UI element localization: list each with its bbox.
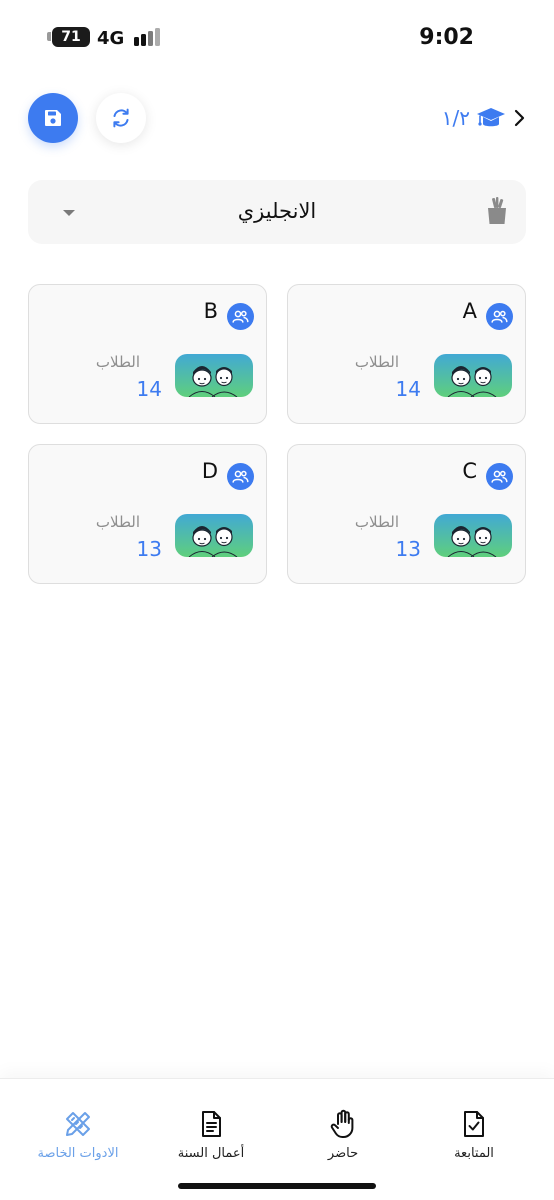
group-icon <box>227 303 254 330</box>
signal-icon <box>134 28 162 46</box>
status-bar: 71 4G 9:02 <box>0 0 554 76</box>
class-name: A <box>462 299 477 323</box>
refresh-button[interactable] <box>96 93 146 143</box>
document-check-icon <box>464 1111 484 1137</box>
group-icon <box>227 463 254 490</box>
battery-level: 71 <box>61 29 81 45</box>
chevron-down-icon[interactable] <box>62 209 76 217</box>
tab-special-tools[interactable]: الادوات الخاصة <box>18 1105 138 1169</box>
class-name: B <box>203 299 218 323</box>
home-indicator <box>178 1183 376 1189</box>
students-label: الطلاب <box>95 513 140 531</box>
class-card-b[interactable]: B الطلاب 14 <box>28 284 267 424</box>
students-illustration <box>434 514 512 557</box>
students-count: 13 <box>136 537 162 561</box>
battery-tip <box>47 32 51 41</box>
bottom-tab-bar: المتابعة حاضر أعمال السنة الادوات الخاصة <box>0 1078 554 1200</box>
tab-year-work[interactable]: أعمال السنة <box>151 1105 271 1169</box>
subject-dropdown[interactable]: الانجليزي <box>28 180 526 244</box>
raised-hand-icon <box>330 1109 354 1138</box>
class-card-d[interactable]: D الطلاب 13 <box>28 444 267 584</box>
group-icon <box>486 303 513 330</box>
sync-icon <box>113 108 129 128</box>
pencil-cup-icon <box>488 197 506 224</box>
class-card-a[interactable]: A الطلاب 14 <box>287 284 526 424</box>
ruler-pencil-icon <box>66 1112 90 1136</box>
network-type: 4G <box>97 28 125 49</box>
students-illustration <box>175 354 253 397</box>
tab-label: المتابعة <box>454 1146 494 1161</box>
status-time: 9:02 <box>419 25 474 50</box>
tab-label: أعمال السنة <box>177 1146 245 1161</box>
class-name: D <box>201 459 218 483</box>
floppy-disk-icon <box>45 110 61 126</box>
class-selector[interactable]: ١/٢ <box>442 98 526 138</box>
students-label: الطلاب <box>354 353 399 371</box>
class-label: ١/٢ <box>441 106 470 130</box>
tab-follow-up[interactable]: المتابعة <box>414 1105 534 1169</box>
document-lines-icon <box>202 1111 221 1137</box>
class-name: C <box>462 459 477 483</box>
students-illustration <box>434 354 512 397</box>
subject-selected-value: الانجليزي <box>237 199 317 223</box>
tab-present[interactable]: حاضر <box>283 1105 403 1169</box>
save-button[interactable] <box>28 93 78 143</box>
students-count: 14 <box>136 377 162 401</box>
students-illustration <box>175 514 253 557</box>
tab-label: حاضر <box>327 1146 359 1161</box>
students-count: 14 <box>395 377 421 401</box>
students-label: الطلاب <box>95 353 140 371</box>
students-count: 13 <box>395 537 421 561</box>
graduation-cap-icon <box>477 108 505 127</box>
battery-indicator: 71 <box>52 27 90 47</box>
students-label: الطلاب <box>354 513 399 531</box>
group-icon <box>486 463 513 490</box>
tab-label: الادوات الخاصة <box>37 1146 119 1161</box>
class-card-c[interactable]: C الطلاب 13 <box>287 444 526 584</box>
chevron-right-icon[interactable] <box>512 109 526 127</box>
